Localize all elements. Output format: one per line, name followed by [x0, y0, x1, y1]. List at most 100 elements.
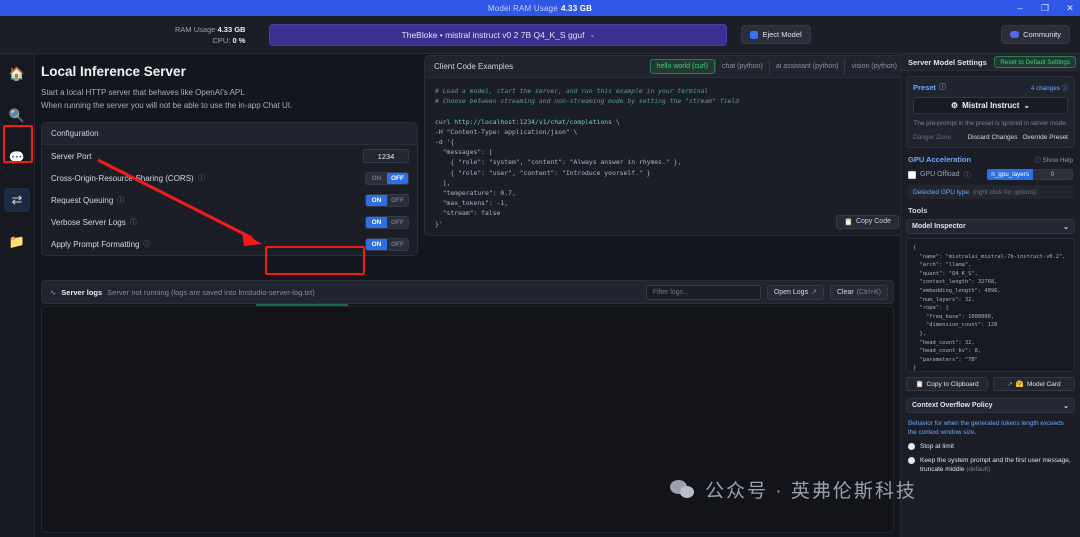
minimize-icon[interactable]: –: [1014, 3, 1026, 13]
overflow-option-keep-label: Keep the system prompt and the first use…: [920, 457, 1071, 473]
chevron-down-icon: ⌄: [1063, 402, 1069, 410]
overflow-option-stop[interactable]: Stop at limit: [908, 442, 1073, 451]
verbose-logs-toggle-off[interactable]: OFF: [387, 216, 408, 228]
gpu-layers-field[interactable]: n_gpu_layers 0: [987, 169, 1073, 180]
clear-logs-button[interactable]: Clear (Ctrl+K): [829, 284, 888, 300]
code-line-2: -d '{: [435, 138, 455, 147]
community-button[interactable]: Community: [1001, 25, 1070, 44]
info-icon[interactable]: ⓘ: [964, 170, 971, 180]
model-inspector-header[interactable]: Model Inspector ⌄: [906, 219, 1075, 234]
cpu-usage-value: 0 %: [232, 35, 246, 45]
tab-vision-python[interactable]: vision (python): [844, 59, 903, 74]
radio-icon[interactable]: [908, 457, 915, 464]
json-line-4: "context_length": 32768,: [913, 279, 998, 286]
code-line-5: { "role": "user", "content": "Introduce …: [435, 168, 651, 177]
overflow-option-keep[interactable]: Keep the system prompt and the first use…: [908, 456, 1073, 474]
json-line-3: "quant": "Q4_K_S",: [913, 270, 978, 277]
copy-to-clipboard-button[interactable]: 📋 Copy to Clipboard: [906, 377, 988, 391]
community-label: Community: [1023, 30, 1061, 39]
overflow-option-stop-label: Stop at limit: [920, 443, 954, 450]
tab-ai-assistant-python[interactable]: ai assistant (python): [768, 59, 845, 74]
cors-toggle-on[interactable]: ON: [366, 172, 387, 184]
external-link-icon: ↗: [811, 289, 817, 296]
preset-changes-count[interactable]: 4 changes ⓘ: [1031, 83, 1068, 92]
model-inspector-label: Model Inspector: [912, 223, 966, 230]
preset-value: Mistral Instruct: [962, 101, 1020, 110]
filter-logs-input[interactable]: Filter logs...: [645, 284, 761, 300]
request-queuing-toggle[interactable]: ON OFF: [365, 193, 409, 207]
title-bar: Model RAM Usage 4.33 GB – ❐ ✕: [0, 0, 1080, 16]
code-panel-header: Client Code Examples hello world (curl) …: [425, 56, 907, 78]
home-icon: 🏠: [8, 66, 26, 81]
prompt-formatting-toggle-off[interactable]: OFF: [387, 238, 408, 250]
code-block[interactable]: # Load a model, start the server, and ru…: [425, 78, 907, 235]
config-row-server-port: Server Port 1234: [42, 145, 417, 167]
cors-toggle-off[interactable]: OFF: [387, 172, 408, 184]
gpu-layers-value[interactable]: 0: [1033, 169, 1073, 180]
gpu-offload-checkbox-group[interactable]: GPU Offload ⓘ: [908, 170, 971, 180]
tab-chat-python[interactable]: chat (python): [714, 59, 769, 74]
info-icon[interactable]: ⓘ: [143, 239, 150, 249]
danger-zone-row: Danger Zone Discard Changes Override Pre…: [913, 134, 1068, 141]
info-icon[interactable]: ⓘ: [198, 173, 205, 183]
model-inspector-json: { "name": "mistralai_mistral-7b-instruct…: [906, 238, 1075, 372]
search-icon: 🔍: [8, 108, 26, 123]
rail-item-home[interactable]: 🏠: [4, 62, 30, 86]
chevron-down-icon: ⌄: [1023, 101, 1031, 110]
radio-icon[interactable]: [908, 443, 915, 450]
preset-label: Preset: [913, 82, 936, 92]
danger-zone-label: Danger Zone: [913, 134, 951, 141]
open-logs-button[interactable]: Open Logs ↗: [766, 284, 824, 300]
request-queuing-toggle-on[interactable]: ON: [366, 194, 387, 206]
tools-section-title: Tools: [908, 206, 928, 215]
context-overflow-policy-header[interactable]: Context Overflow Policy ⌄: [906, 398, 1075, 413]
title-bar-text: Model RAM Usage 4.33 GB: [488, 4, 592, 13]
config-row-request-queuing: Request Queuing ⓘ ON OFF: [42, 189, 417, 211]
rail-item-search[interactable]: 🔍: [4, 104, 30, 128]
cors-toggle[interactable]: ON OFF: [365, 171, 409, 185]
verbose-logs-toggle[interactable]: ON OFF: [365, 215, 409, 229]
server-logs-output: [41, 306, 894, 533]
reset-default-settings-button[interactable]: Reset to Default Settings: [994, 56, 1076, 68]
json-line-5: "embedding_length": 4096,: [913, 287, 1001, 294]
server-port-input[interactable]: 1234: [363, 149, 409, 163]
eject-model-button[interactable]: Eject Model: [741, 25, 811, 44]
preset-row: Preset ⓘ 4 changes ⓘ: [913, 82, 1068, 92]
verbose-logs-toggle-on[interactable]: ON: [366, 216, 387, 228]
detected-gpu-type-row[interactable]: Detected GPU type (right click for optio…: [908, 185, 1073, 199]
config-row-prompt-formatting: Apply Prompt Formatting ⓘ ON OFF: [42, 233, 417, 255]
configuration-panel: Configuration Server Port 1234 Cross-Ori…: [41, 122, 418, 256]
info-icon[interactable]: ⓘ: [117, 195, 124, 205]
prompt-formatting-toggle-on[interactable]: ON: [366, 238, 387, 250]
preset-card: Preset ⓘ 4 changes ⓘ ⚙ Mistral Instruct …: [906, 76, 1075, 148]
gpu-acceleration-section: GPU Acceleration ⓘ Show Help GPU Offload…: [908, 155, 1073, 199]
info-icon[interactable]: ⓘ: [939, 82, 946, 92]
logs-wave-icon: ∿: [50, 287, 57, 297]
info-icon[interactable]: ⓘ: [130, 217, 137, 227]
rail-item-folder[interactable]: 📁: [4, 230, 30, 254]
copy-code-button[interactable]: 📋 Copy Code: [836, 214, 899, 229]
code-line-1: -H "Content-Type: application/json" \: [435, 127, 578, 136]
override-preset-button[interactable]: Override Preset: [1022, 134, 1068, 141]
model-selector[interactable]: TheBloke • mistral instruct v0 2 7B Q4_K…: [269, 23, 728, 46]
server-logs-bar: ∿ Server logs Server not running (logs a…: [41, 280, 894, 304]
configuration-header: Configuration: [42, 123, 417, 145]
top-toolbar: RAM Usage 4.33 GB CPU: 0 % TheBloke • mi…: [0, 16, 1080, 54]
close-icon[interactable]: ✕: [1064, 3, 1076, 13]
maximize-icon[interactable]: ❐: [1039, 3, 1051, 13]
copy-to-clipboard-label: Copy to Clipboard: [926, 380, 979, 388]
preset-select[interactable]: ⚙ Mistral Instruct ⌄: [913, 97, 1068, 114]
context-overflow-policy-label: Context Overflow Policy: [912, 402, 993, 409]
rail-item-server[interactable]: ⇄: [4, 188, 30, 212]
model-card-button[interactable]: ↗ 🤗 Model Card: [993, 377, 1075, 391]
left-rail: 🏠 🔍 💬 ⇄ 📁: [0, 54, 35, 537]
discard-changes-button[interactable]: Discard Changes: [968, 134, 1018, 141]
server-logs-title: Server logs: [61, 287, 103, 297]
prompt-formatting-toggle[interactable]: ON OFF: [365, 237, 409, 251]
tab-hello-world-curl[interactable]: hello world (curl): [649, 59, 715, 74]
rail-item-chat[interactable]: 💬: [4, 146, 30, 170]
chat-icon: 💬: [8, 150, 26, 165]
request-queuing-toggle-off[interactable]: OFF: [387, 194, 408, 206]
checkbox-icon[interactable]: [908, 170, 916, 179]
show-help-button[interactable]: ⓘ Show Help: [1035, 155, 1074, 164]
